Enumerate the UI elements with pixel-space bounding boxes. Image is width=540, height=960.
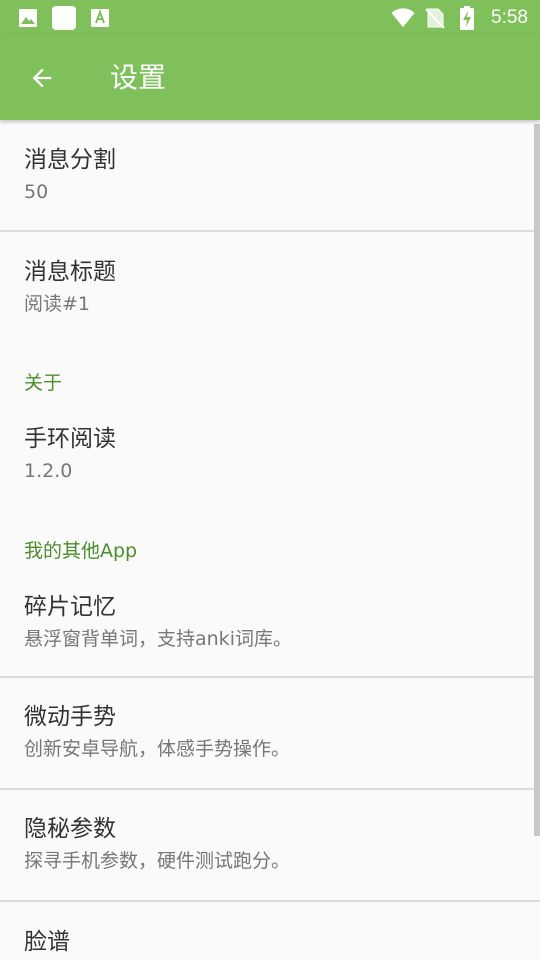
pref-summary: 探寻手机参数，硬件测试跑分。 xyxy=(24,850,291,872)
pref-summary: 悬浮窗背单词，支持anki词库。 xyxy=(24,628,292,650)
pref-title: 隐秘参数 xyxy=(24,816,116,842)
image-icon xyxy=(16,6,40,30)
wifi-icon xyxy=(391,6,415,30)
notification-icons xyxy=(16,6,124,30)
category-about: 关于 xyxy=(24,372,63,394)
settings-list[interactable]: 消息分割 50 消息标题 阅读#1 关于 手环阅读 1.2.0 我的其他App … xyxy=(0,120,540,960)
pref-title: 微动手势 xyxy=(24,704,116,730)
pref-summary: 50 xyxy=(24,181,49,203)
page-title: 设置 xyxy=(110,61,167,94)
pref-title: 消息分割 xyxy=(24,147,116,173)
scrollbar[interactable] xyxy=(534,124,540,836)
pref-title: 手环阅读 xyxy=(24,426,116,452)
status-time: 5:58 xyxy=(491,7,528,28)
no-sim-icon xyxy=(423,6,447,30)
app-bar: 设置 xyxy=(0,36,540,120)
system-icons: 5:58 xyxy=(391,4,528,32)
battery-charging-icon xyxy=(455,6,479,30)
square-icon xyxy=(52,6,76,30)
pref-summary: 1.2.0 xyxy=(24,460,73,482)
pref-message-title[interactable]: 消息标题 阅读#1 xyxy=(0,232,540,344)
category-other-apps: 我的其他App xyxy=(24,540,138,562)
pref-app-item[interactable]: 脸谱 xyxy=(0,902,540,960)
pref-summary: 阅读#1 xyxy=(24,293,91,315)
font-icon xyxy=(88,6,112,30)
pref-summary: 创新安卓导航，体感手势操作。 xyxy=(24,738,291,760)
pref-title: 碎片记忆 xyxy=(24,594,116,620)
pref-message-split[interactable]: 消息分割 50 xyxy=(0,120,540,231)
pref-title: 脸谱 xyxy=(24,929,70,955)
status-bar: 5:58 xyxy=(0,0,540,36)
pref-title: 消息标题 xyxy=(24,259,116,285)
arrow-back-icon xyxy=(32,68,52,88)
pref-app-item[interactable]: 碎片记忆 悬浮窗背单词，支持anki词库。 xyxy=(0,568,540,676)
pref-app-version[interactable]: 手环阅读 1.2.0 xyxy=(0,400,540,512)
back-button[interactable] xyxy=(18,54,66,102)
pref-app-item[interactable]: 隐秘参数 探寻手机参数，硬件测试跑分。 xyxy=(0,790,540,900)
pref-app-item[interactable]: 微动手势 创新安卓导航，体感手势操作。 xyxy=(0,678,540,788)
